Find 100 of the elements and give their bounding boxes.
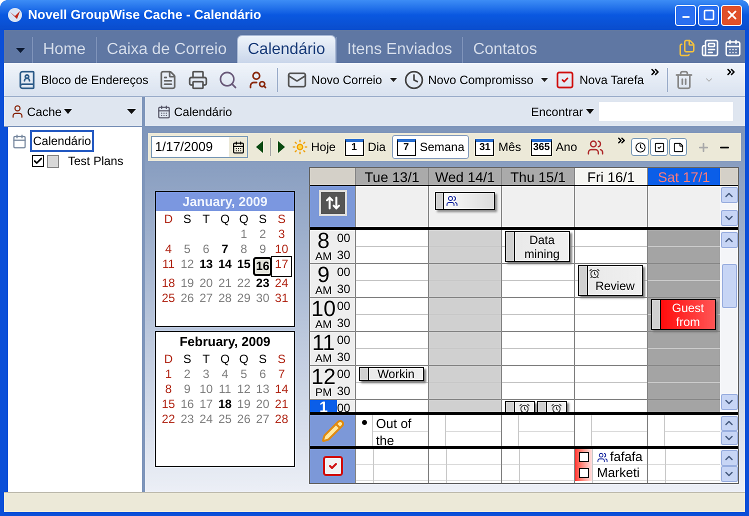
checkbox[interactable] xyxy=(578,452,588,462)
checkbox[interactable] xyxy=(578,468,588,478)
note-cell[interactable] xyxy=(428,415,501,446)
calendar-day[interactable]: 30 xyxy=(253,291,272,306)
calendar-day[interactable]: 16 xyxy=(253,257,272,276)
calendar-day[interactable]: 1 xyxy=(159,367,178,382)
scroll-up-button[interactable] xyxy=(720,450,738,466)
more-icon[interactable] xyxy=(616,135,628,146)
calendar-event[interactable]: Workin xyxy=(359,367,424,381)
scroll-down-button[interactable] xyxy=(720,210,738,226)
calendar-day[interactable]: 9 xyxy=(253,242,272,257)
calendar-day[interactable]: 24 xyxy=(196,412,216,427)
calendar-day[interactable]: 28 xyxy=(216,291,234,306)
scroll-up-button[interactable] xyxy=(720,187,738,203)
calendar-day[interactable]: 18 xyxy=(159,276,178,291)
scroll-down-button[interactable] xyxy=(720,394,738,410)
calendar-day[interactable]: 1 xyxy=(234,227,254,242)
today-button[interactable]: Hoje xyxy=(289,136,339,158)
calendar-day[interactable]: 29 xyxy=(234,291,254,306)
calendar-day[interactable]: 25 xyxy=(159,291,178,306)
calendar-day[interactable]: 20 xyxy=(196,276,216,291)
note-button[interactable] xyxy=(669,138,688,156)
caret-icon[interactable] xyxy=(127,109,136,114)
calendar-day[interactable]: 23 xyxy=(253,276,272,291)
note-cell[interactable]: Out of the xyxy=(355,415,428,446)
toolbar-button[interactable]: Bloco de Endereços xyxy=(12,66,154,94)
calendar-day[interactable]: 22 xyxy=(159,412,178,427)
calendar-day[interactable]: 25 xyxy=(216,412,234,427)
date-field[interactable]: 1/17/2009 xyxy=(151,136,248,158)
task-checkbox-icon[interactable] xyxy=(320,454,344,478)
account-dropdown[interactable]: Cache xyxy=(10,102,72,120)
view-button[interactable]: 1 Dia xyxy=(340,135,390,159)
sort-button[interactable] xyxy=(318,190,346,216)
note-cell[interactable] xyxy=(647,415,720,446)
calendar-day[interactable]: 19 xyxy=(178,276,197,291)
find-dropdown[interactable]: Encontrar xyxy=(530,102,594,120)
calendar-day[interactable]: 2 xyxy=(253,227,272,242)
tree-item[interactable]: Test Plans xyxy=(68,152,124,170)
search-field[interactable] xyxy=(599,102,733,121)
calendar-event[interactable]: Guest from xyxy=(651,299,716,330)
calendar-day[interactable]: 12 xyxy=(234,382,254,397)
scroll-up-button[interactable] xyxy=(720,416,738,430)
trash-icon[interactable] xyxy=(674,70,694,90)
calendar-day[interactable]: 10 xyxy=(196,382,216,397)
close-button[interactable] xyxy=(721,4,742,26)
tab[interactable]: Calendário xyxy=(236,35,336,63)
calendar-day[interactable]: 27 xyxy=(196,291,216,306)
scroll-up-button[interactable] xyxy=(720,232,738,248)
day-header[interactable]: Fri 16/1 xyxy=(574,168,647,185)
calendar-day[interactable]: 3 xyxy=(272,227,291,242)
calendar-day[interactable]: 31 xyxy=(272,291,291,306)
scroll-down-button[interactable] xyxy=(720,466,738,482)
calendar-day[interactable]: 11 xyxy=(216,382,234,397)
calendar-day[interactable]: 15 xyxy=(234,257,254,276)
calendar-day[interactable]: 12 xyxy=(178,257,197,276)
view-button[interactable]: 365 Ano xyxy=(527,135,582,159)
next-icon[interactable] xyxy=(276,140,287,154)
calendar-day[interactable]: 8 xyxy=(159,382,178,397)
calendar-event[interactable] xyxy=(537,401,567,412)
calendar-day[interactable]: 6 xyxy=(253,367,272,382)
task-cell[interactable] xyxy=(501,449,574,483)
calendar-day[interactable]: 2 xyxy=(178,367,197,382)
scroll-thumb[interactable] xyxy=(722,264,736,308)
task-title[interactable]: Marketi xyxy=(597,465,640,481)
task-cell[interactable] xyxy=(428,449,501,483)
calendar-day[interactable]: 13 xyxy=(196,257,216,276)
scroll-down-button[interactable] xyxy=(720,430,738,445)
calendar-day[interactable]: 4 xyxy=(216,367,234,382)
calendar-day[interactable]: 7 xyxy=(272,367,291,382)
note-cell[interactable] xyxy=(501,415,574,446)
toolbar-button[interactable]: Novo Compromisso xyxy=(399,66,538,94)
calendar-day[interactable]: 7 xyxy=(216,242,234,257)
calendar-icon[interactable] xyxy=(232,140,244,154)
folders-icon[interactable] xyxy=(678,39,696,57)
toolbar-button[interactable]: Novo Correio xyxy=(282,66,388,94)
calendar-day[interactable]: 11 xyxy=(159,257,178,276)
calendar-event[interactable]: Data mining xyxy=(505,231,570,262)
calendar-day[interactable]: 8 xyxy=(234,242,254,257)
calendar-day[interactable]: 22 xyxy=(234,276,254,291)
task-cell[interactable] xyxy=(647,449,720,483)
calendar-day[interactable]: 5 xyxy=(234,367,254,382)
calendar-day[interactable]: 18 xyxy=(216,397,234,412)
calendar-day[interactable]: 5 xyxy=(178,242,197,257)
calendar-day[interactable]: 15 xyxy=(159,397,178,412)
calendar-event[interactable] xyxy=(505,401,535,412)
calendar-day[interactable]: 20 xyxy=(253,397,272,412)
calendar-day[interactable]: 21 xyxy=(272,397,291,412)
minimize-button[interactable] xyxy=(675,4,696,26)
calendar-day[interactable]: 28 xyxy=(272,412,291,427)
calendar-day[interactable]: 6 xyxy=(196,242,216,257)
calendar-day[interactable]: 10 xyxy=(272,242,291,257)
calendar-day[interactable]: 21 xyxy=(216,276,234,291)
calendar-day[interactable]: 17 xyxy=(272,257,291,276)
view-button[interactable]: 7 Semana xyxy=(392,135,470,159)
day-header[interactable]: Thu 15/1 xyxy=(501,168,574,185)
calendar-day[interactable]: 14 xyxy=(216,257,234,276)
calendar-event[interactable]: Review xyxy=(578,265,643,296)
task-cell[interactable]: fafafa Marketi xyxy=(574,449,647,483)
calendar-day[interactable]: 9 xyxy=(178,382,197,397)
people-icon[interactable] xyxy=(587,138,604,156)
